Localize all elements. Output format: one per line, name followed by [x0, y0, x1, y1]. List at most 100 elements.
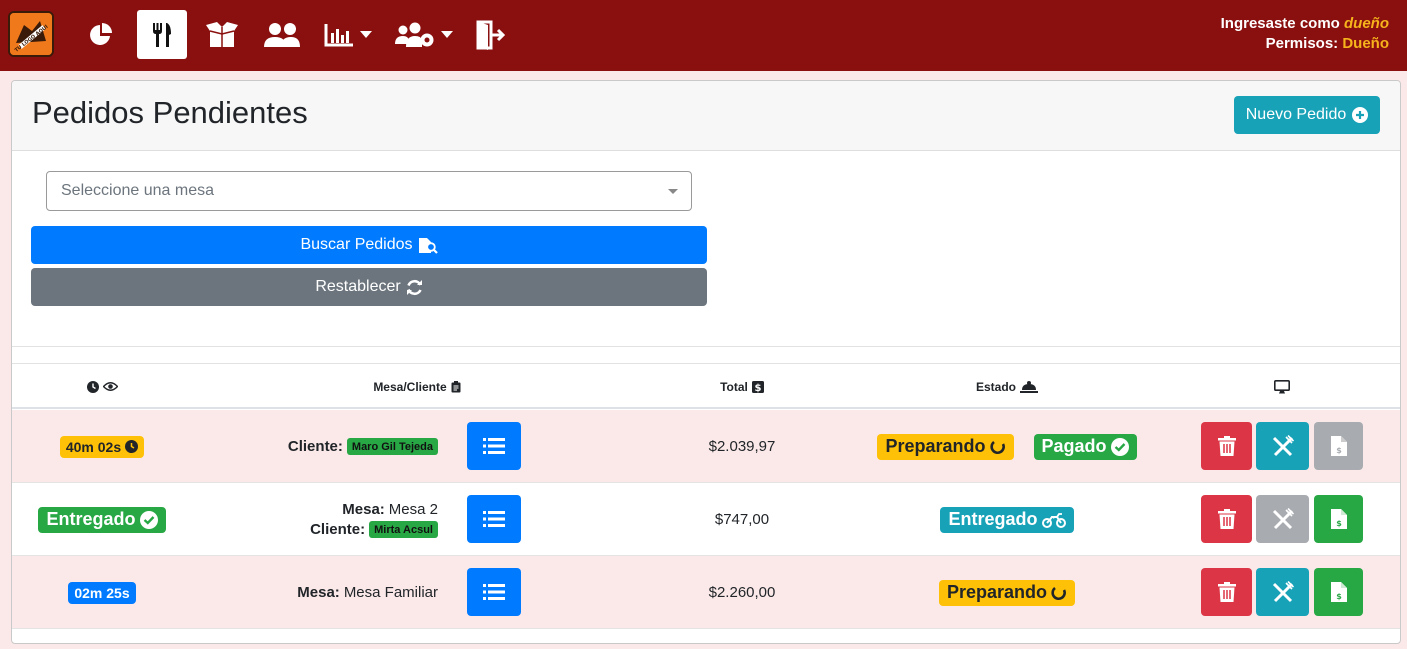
- logged-as-label: Ingresaste como: [1220, 15, 1344, 32]
- list-icon: [483, 584, 505, 600]
- check-circle-icon: [1110, 437, 1129, 456]
- box-icon[interactable]: [202, 10, 242, 59]
- order-total: $2.039,97: [708, 438, 776, 455]
- mesa-cliente-cell: Mesa: Mesa 2 Cliente: Mirta Acsul: [212, 483, 438, 556]
- mesa-cliente-cell: Cliente: Maro Gil Tejeda: [212, 410, 438, 483]
- cliente-line: Cliente: Mirta Acsul: [310, 521, 438, 538]
- table-select[interactable]: Seleccione una mesa: [46, 171, 692, 211]
- cliente-line: Cliente: Maro Gil Tejeda: [288, 438, 438, 455]
- payment-text: Pagado: [1041, 436, 1107, 456]
- table-select-placeholder: Seleccione una mesa: [61, 182, 214, 199]
- table-row: Entregado Mesa: Mesa 2 Cliente: Mirta Ac…: [12, 483, 1400, 556]
- eye-icon: [102, 382, 118, 391]
- utensils-icon[interactable]: [137, 10, 187, 59]
- list-icon: [483, 511, 505, 527]
- chart-icon[interactable]: [322, 10, 374, 59]
- plus-circle-icon: [1352, 107, 1369, 123]
- timer-text: 02m 25s: [74, 584, 130, 601]
- svg-text:$: $: [1336, 519, 1342, 528]
- col-status-label: Estado: [975, 379, 1016, 394]
- status-text: Preparando: [885, 436, 986, 456]
- mesa-line: Mesa: Mesa Familiar: [297, 584, 438, 601]
- invoice-button[interactable]: $: [1314, 568, 1363, 616]
- status-badge: Preparando: [938, 579, 1076, 606]
- file-search-icon: [418, 237, 438, 254]
- serve-order-button[interactable]: [1256, 422, 1309, 470]
- users-icon[interactable]: [261, 10, 303, 59]
- check-circle-icon: [139, 510, 158, 529]
- status-cell: Preparando: [862, 556, 1152, 629]
- delete-order-button[interactable]: [1201, 568, 1252, 616]
- mesa-value: Mesa Familiar: [343, 584, 438, 601]
- col-actions-header: [1212, 364, 1352, 409]
- page-title: Pedidos Pendientes: [32, 95, 308, 130]
- timer-badge: 40m 02s: [59, 435, 145, 458]
- chevron-down-icon: [360, 30, 372, 38]
- mesa-line: Mesa: Mesa 2: [342, 501, 438, 518]
- col-mesa-cliente-label: Mesa/Cliente: [373, 379, 447, 394]
- delete-order-button[interactable]: [1201, 422, 1252, 470]
- delete-order-button[interactable]: [1201, 495, 1252, 543]
- search-orders-button[interactable]: Buscar Pedidos: [31, 226, 707, 264]
- user-role: dueño: [1344, 15, 1389, 32]
- col-total-header: Total $: [652, 364, 832, 409]
- permissions-value: Dueño: [1342, 35, 1389, 52]
- status-text: Entregado: [948, 509, 1038, 529]
- brand-logo[interactable]: TU LOGO AQUI: [8, 11, 54, 57]
- order-details-button[interactable]: [467, 495, 521, 543]
- mesa-value: Mesa 2: [388, 501, 438, 518]
- serve-order-button[interactable]: [1256, 495, 1309, 543]
- utensils-cross-icon: [1272, 435, 1294, 457]
- spinner-icon: [989, 440, 1005, 454]
- svg-text:$: $: [754, 383, 761, 393]
- status-badge: Preparando: [877, 433, 1014, 460]
- order-total: $747,00: [714, 511, 770, 528]
- logout-icon[interactable]: [472, 10, 508, 59]
- orders-card: Pedidos Pendientes Nuevo Pedido Seleccio…: [11, 80, 1401, 644]
- new-order-button[interactable]: Nuevo Pedido: [1234, 96, 1380, 134]
- invoice-button[interactable]: $: [1314, 422, 1363, 470]
- payment-badge: Pagado: [1033, 433, 1137, 460]
- invoice-button[interactable]: $: [1314, 495, 1363, 543]
- order-time-cell: 02m 25s: [12, 556, 192, 629]
- delivered-text: Entregado: [46, 509, 136, 529]
- col-total-label: Total: [720, 379, 748, 394]
- file-invoice-icon: $: [1330, 436, 1347, 456]
- timer-text: 40m 02s: [65, 438, 122, 455]
- order-details-button[interactable]: [467, 568, 521, 616]
- mesa-label: Mesa:: [342, 501, 385, 518]
- divider: [12, 346, 1400, 347]
- navbar: TU LOGO AQUI Ingresaste como dueño Permi…: [0, 0, 1407, 71]
- cliente-label: Cliente:: [310, 521, 366, 538]
- motorcycle-icon: [1041, 512, 1066, 528]
- reset-button[interactable]: Restablecer: [31, 268, 707, 306]
- cliente-label: Cliente:: [287, 438, 343, 455]
- list-icon: [483, 438, 505, 454]
- clock-icon: [86, 380, 99, 393]
- order-time-cell: 40m 02s: [12, 410, 192, 483]
- dashboard-icon[interactable]: [83, 10, 119, 59]
- table-header: Mesa/Cliente Total $ Estado: [12, 364, 1400, 409]
- mesa-cliente-info: Mesa: Mesa 2 Cliente: Mirta Acsul: [310, 483, 438, 556]
- status-cell: Entregado: [862, 483, 1152, 556]
- table-row: 02m 25s Mesa: Mesa Familiar $2.260,00 Pr…: [12, 556, 1400, 629]
- order-total: $2.260,00: [708, 584, 776, 601]
- mesa-cliente-info: Cliente: Maro Gil Tejeda: [288, 410, 438, 483]
- order-details-button[interactable]: [467, 422, 521, 470]
- col-status-header: Estado: [912, 364, 1102, 409]
- serve-order-button[interactable]: [1256, 568, 1309, 616]
- timer-badge: 02m 25s: [68, 581, 136, 604]
- new-order-label: Nuevo Pedido: [1245, 106, 1347, 123]
- col-mesa-cliente-header: Mesa/Cliente: [302, 364, 532, 409]
- concierge-bell-icon: [1020, 381, 1038, 393]
- file-invoice-icon: $: [1330, 509, 1347, 529]
- utensils-cross-icon: [1272, 581, 1294, 603]
- cliente-badge: Maro Gil Tejeda: [346, 438, 438, 455]
- file-invoice-icon: $: [1330, 582, 1347, 602]
- card-header: Pedidos Pendientes Nuevo Pedido: [12, 81, 1400, 151]
- svg-text:$: $: [1336, 592, 1342, 601]
- permissions-label: Permisos:: [1265, 35, 1343, 52]
- users-cog-icon[interactable]: [393, 10, 455, 59]
- trash-icon: [1217, 509, 1236, 529]
- user-info: Ingresaste como dueño Permisos: Dueño: [1221, 14, 1389, 54]
